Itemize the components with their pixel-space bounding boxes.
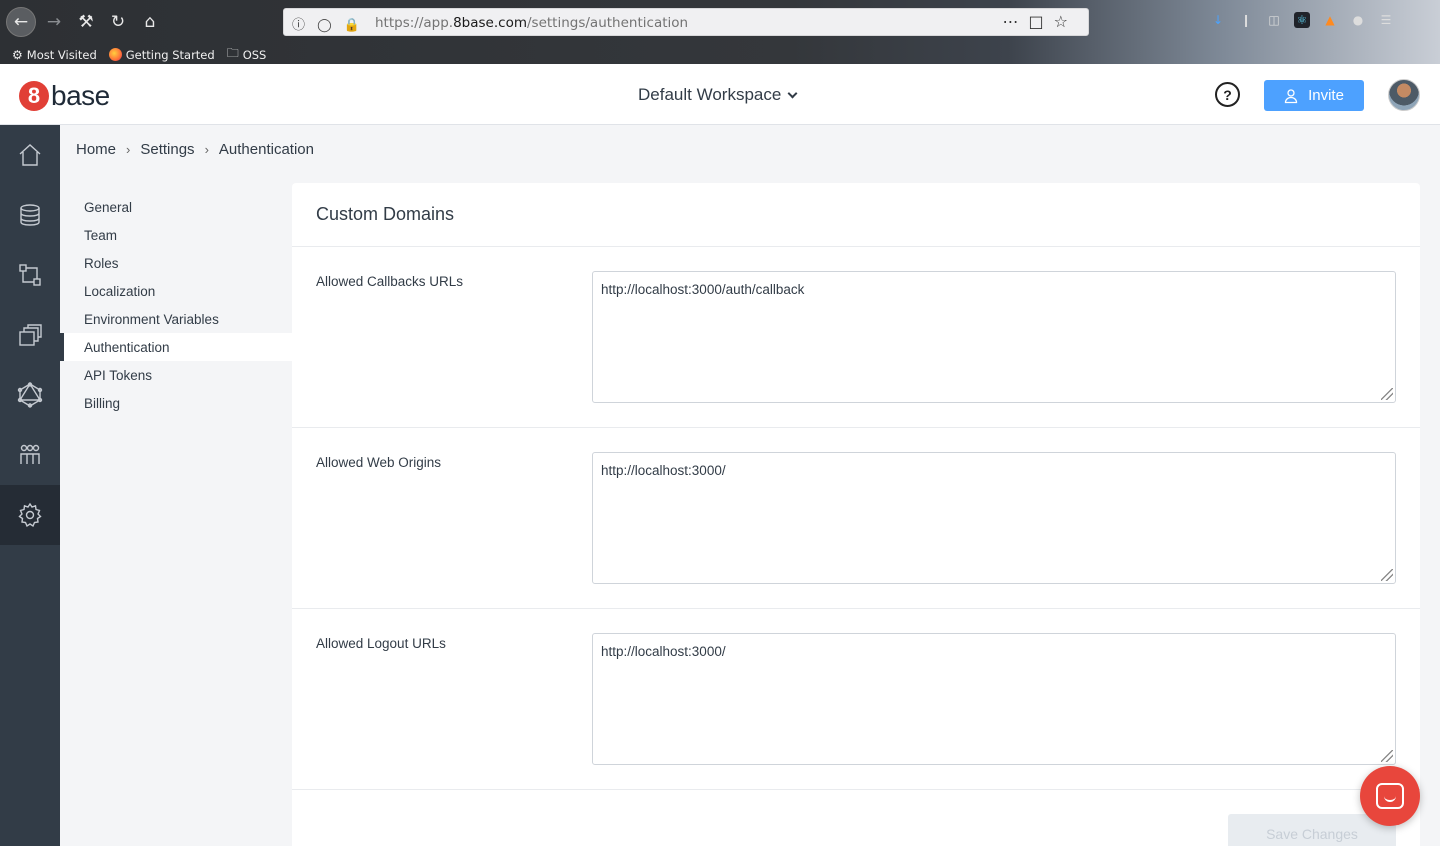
callbacks-label: Allowed Callbacks URLs [316, 274, 464, 289]
database-icon [20, 204, 40, 226]
reload-button[interactable]: ↻ [104, 8, 132, 36]
resize-handle[interactable] [1381, 569, 1393, 581]
page-actions[interactable]: ⋯□☆ [1003, 12, 1078, 31]
callbacks-row: Allowed Callbacks URLs http://localhost:… [292, 247, 1420, 428]
firefox-icon [108, 48, 122, 61]
logo[interactable]: 8 base [19, 80, 110, 112]
settings-nav-general[interactable]: General [60, 193, 292, 221]
breadcrumb-authentication: Authentication [218, 141, 314, 158]
chat-icon [1376, 783, 1404, 809]
settings-nav-api-tokens[interactable]: API Tokens [60, 361, 292, 389]
web-origins-label: Allowed Web Origins [316, 455, 442, 470]
settings-nav-team[interactable]: Team [60, 221, 292, 249]
settings-nav: General Team Roles Localization Environm… [60, 193, 292, 417]
callbacks-value: http://localhost:3000/auth/callback [601, 282, 805, 297]
workspace-name: Default Workspace [638, 85, 782, 104]
react-devtools-icon[interactable]: ⚛ [1294, 12, 1310, 28]
users-icon [20, 444, 40, 464]
bookmark-label: OSS [242, 47, 267, 62]
logo-mark: 8 [19, 81, 49, 111]
bookmarks-bar: ⚙ Most Visited Getting Started 🗀 OSS [12, 44, 266, 65]
extension-icons: ↓ ❙ ◫ ⚛ ▲ ● ☰ [1210, 12, 1394, 28]
app-header: 8 base Default Workspace ? Invite [0, 64, 1440, 125]
breadcrumb: Home › Settings › Authentication [76, 141, 314, 158]
home-button[interactable]: ⌂ [136, 8, 164, 36]
breadcrumb-home[interactable]: Home [76, 141, 116, 158]
web-origins-value: http://localhost:3000/ [601, 463, 726, 478]
help-button[interactable]: ? [1215, 82, 1240, 107]
forward-button[interactable]: → [40, 8, 68, 36]
bookmark-label: Getting Started [125, 47, 215, 62]
logo-text: base [51, 80, 110, 111]
wrench-icon[interactable]: ⚒ [72, 8, 100, 36]
logout-urls-label: Allowed Logout URLs [316, 636, 446, 651]
workspace-selector[interactable]: Default Workspace [638, 85, 798, 105]
menu-icon[interactable]: ☰ [1378, 12, 1394, 28]
chat-launcher-button[interactable] [1360, 766, 1420, 826]
graphql-icon [17, 382, 43, 408]
bookmark-most-visited[interactable]: ⚙ Most Visited [12, 44, 97, 65]
avatar[interactable] [1388, 79, 1420, 111]
lock-icon: 🔒 [343, 18, 365, 33]
folder-icon: 🗀 [226, 46, 239, 60]
library-icon[interactable]: ❙ [1238, 12, 1254, 28]
custom-domains-card: Custom Domains Allowed Callbacks URLs ht… [292, 183, 1420, 846]
chevron-down-icon [787, 88, 798, 98]
web-origins-textarea[interactable]: http://localhost:3000/ [592, 452, 1396, 584]
download-icon[interactable]: ↓ [1210, 12, 1226, 28]
bookmark-getting-started[interactable]: Getting Started [108, 44, 215, 65]
settings-nav-billing[interactable]: Billing [60, 389, 292, 417]
back-button[interactable]: ← [6, 7, 36, 37]
callbacks-textarea[interactable]: http://localhost:3000/auth/callback [592, 271, 1396, 403]
sidebar-item-data[interactable] [0, 185, 60, 245]
browser-chrome: ← → ⚒ ↻ ⌂ ⓘ ◯ 🔒 https://app.8base.com/se… [0, 0, 1440, 64]
logout-urls-textarea[interactable]: http://localhost:3000/ [592, 633, 1396, 765]
web-origins-row: Allowed Web Origins http://localhost:300… [292, 428, 1420, 609]
gear-icon: ⚙ [12, 47, 23, 62]
sidebar-icon[interactable]: ◫ [1266, 12, 1282, 28]
sidebar-item-settings[interactable] [0, 485, 60, 545]
firebase-icon[interactable]: ▲ [1322, 12, 1338, 28]
settings-nav-environment-variables[interactable]: Environment Variables [60, 305, 292, 333]
invite-button[interactable]: Invite [1264, 80, 1364, 111]
add-user-icon [1284, 88, 1298, 103]
sidebar-item-home[interactable] [0, 125, 60, 185]
resize-handle[interactable] [1381, 388, 1393, 400]
logout-urls-value: http://localhost:3000/ [601, 644, 726, 659]
extension-icon[interactable]: ● [1350, 12, 1366, 28]
card-title: Custom Domains [292, 183, 1420, 247]
flow-icon [19, 264, 41, 286]
settings-nav-roles[interactable]: Roles [60, 249, 292, 277]
chevron-right-icon: › [204, 142, 209, 157]
chevron-right-icon: › [126, 142, 131, 157]
resize-handle[interactable] [1381, 750, 1393, 762]
breadcrumb-settings[interactable]: Settings [140, 141, 194, 158]
site-info-icon[interactable]: ⓘ ◯ 🔒 [292, 14, 364, 33]
sidebar-item-logic[interactable] [0, 245, 60, 305]
bookmark-oss[interactable]: 🗀 OSS [227, 44, 267, 65]
app-sidebar [0, 125, 60, 846]
invite-label: Invite [1308, 87, 1344, 104]
home-icon [19, 144, 41, 166]
address-bar[interactable]: ⓘ ◯ 🔒 https://app.8base.com/settings/aut… [283, 8, 1089, 36]
logout-urls-row: Allowed Logout URLs http://localhost:300… [292, 609, 1420, 790]
stack-icon [19, 324, 42, 346]
sidebar-item-apps[interactable] [0, 305, 60, 365]
gear-icon [18, 502, 42, 528]
url-text: https://app.8base.com/settings/authentic… [375, 15, 689, 31]
sidebar-item-team[interactable] [0, 425, 60, 485]
sidebar-item-graphql[interactable] [0, 365, 60, 425]
settings-nav-authentication[interactable]: Authentication [60, 333, 292, 361]
settings-nav-localization[interactable]: Localization [60, 277, 292, 305]
bookmark-label: Most Visited [26, 47, 97, 62]
browser-toolbar: ← → ⚒ ↻ ⌂ ⓘ ◯ 🔒 https://app.8base.com/se… [0, 0, 1440, 42]
